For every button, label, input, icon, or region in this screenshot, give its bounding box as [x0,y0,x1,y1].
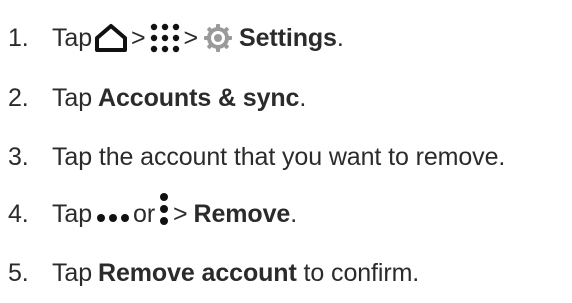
step-text: Remove account to confirm. [98,259,419,288]
step-number: 5. [8,258,29,287]
or-text: or [133,199,156,228]
step-tap-text: Tap [52,258,93,287]
step-number: 3. [8,142,29,171]
separator: > [131,23,146,52]
step-number: 2. [8,83,29,112]
step-tail: to confirm. [303,258,420,287]
step-4: 4. Tap or > Remove. [8,192,297,236]
app-grid-icon [149,22,181,54]
remove-label: Remove [193,199,291,228]
remove-account-label: Remove account [98,258,297,287]
step-5: 5. Tap Remove account to confirm. [8,251,419,295]
settings-gear-icon [203,23,233,53]
separator: > [173,199,188,228]
step-text: Tap the account that you want to remove. [52,142,506,171]
step-3: 3. Tap the account that you want to remo… [8,135,505,179]
step-text: Remove. [194,200,298,229]
step-number: 4. [8,199,29,228]
step-text: Accounts & sync. [98,84,306,113]
step-tap-text: Tap [52,83,93,112]
step-number: 1. [8,23,29,52]
accounts-sync-label: Accounts & sync [98,83,300,112]
more-vertical-icon [158,192,170,228]
step-2: 2. Tap Accounts & sync. [8,76,306,120]
more-horizontal-icon [96,212,130,224]
home-icon [94,23,128,53]
step-tail: . [290,199,298,228]
step-tap-text: Tap [52,23,93,52]
step-1: 1. Tap > > Settings. [8,16,344,60]
step-text: Settings. [239,24,344,53]
step-tap-text: Tap [52,199,93,228]
settings-label: Settings [239,23,337,52]
step-tail: . [336,23,344,52]
separator: > [183,23,199,52]
instruction-steps: 1. Tap > > Settings. 2. Tap Accounts & s… [0,0,572,303]
step-tail: . [299,83,307,112]
